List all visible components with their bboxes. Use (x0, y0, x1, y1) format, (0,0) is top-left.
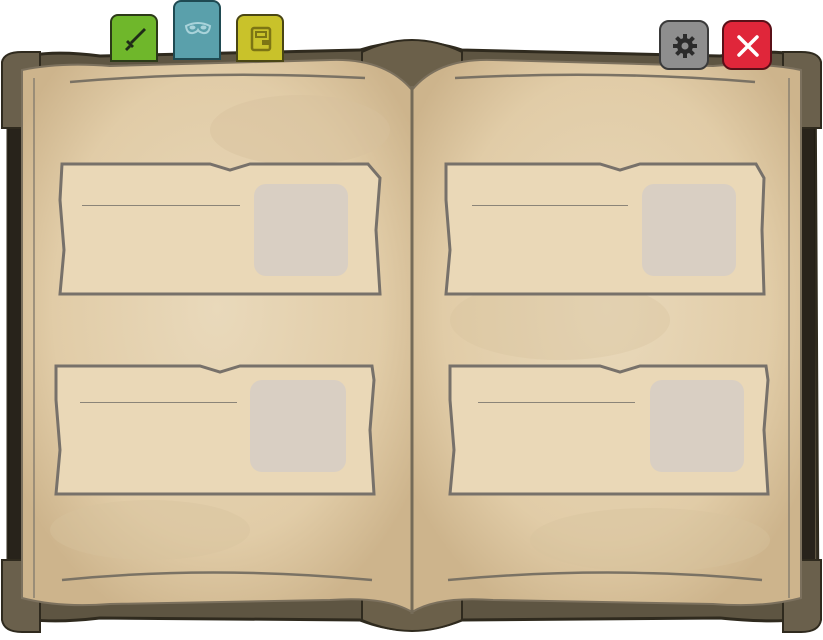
card-left-bottom[interactable] (56, 366, 372, 494)
open-book (0, 39, 822, 633)
gear-icon (673, 34, 697, 58)
card-image-slot (254, 184, 348, 276)
card-title-line (478, 402, 635, 403)
tab-weapons[interactable] (110, 14, 158, 62)
card-right-bottom[interactable] (450, 366, 766, 494)
card-title-line (82, 205, 240, 206)
journal-screen (0, 0, 823, 640)
card-title-line (472, 205, 628, 206)
settings-button[interactable] (659, 20, 709, 70)
card-image-slot (250, 380, 346, 472)
tab-masks[interactable] (173, 0, 221, 60)
card-image-slot (642, 184, 736, 276)
mask-icon (184, 22, 212, 35)
tab-journal[interactable] (236, 14, 284, 62)
card-title-line (80, 402, 237, 403)
journal-icon (250, 26, 272, 52)
card-image-slot (650, 380, 744, 472)
card-right-top[interactable] (446, 164, 762, 294)
card-left-top[interactable] (62, 164, 378, 294)
close-icon (737, 35, 759, 57)
close-button[interactable] (722, 20, 772, 70)
sword-icon (125, 28, 146, 51)
